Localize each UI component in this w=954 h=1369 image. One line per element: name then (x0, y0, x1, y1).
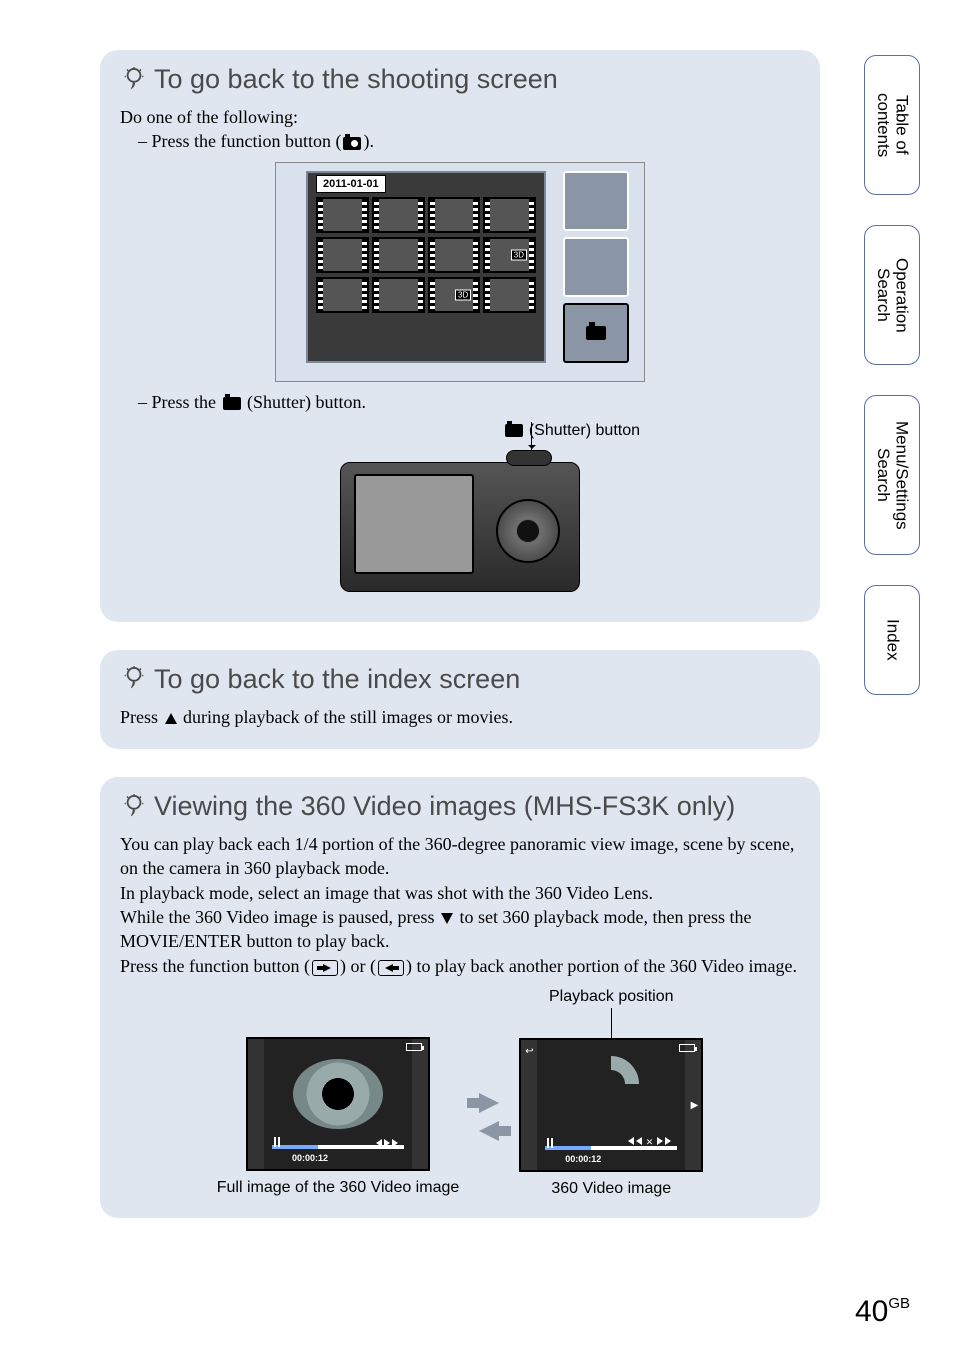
forward-icon (665, 1137, 671, 1145)
p4b: ) or ( (340, 956, 376, 976)
tip2-body: Press during playback of the still image… (120, 705, 800, 729)
shutter-button-label: (Shutter) button (260, 422, 660, 440)
page-number-value: 40 (855, 1295, 888, 1328)
battery-icon (406, 1043, 422, 1051)
screen-soft-button-camera (563, 303, 629, 363)
arrow-column (479, 1045, 499, 1141)
forward-icon (657, 1137, 663, 1145)
shutter-caption: (Shutter) button (529, 422, 640, 440)
caption-quarter-360: 360 Video image (551, 1180, 671, 1198)
forward-icon (392, 1139, 398, 1147)
right-icon: ▶ (691, 1100, 699, 1111)
quarter-360-icon (583, 1056, 639, 1112)
p4a: Press the function button ( (120, 956, 310, 976)
close-x-icon: ✕ (646, 1137, 654, 1148)
screen-soft-button (563, 237, 629, 297)
badge-3d: 3D (511, 249, 527, 260)
donut-360-icon (293, 1059, 383, 1129)
tip2-pre: Press (120, 707, 163, 727)
tip-title: Viewing the 360 Video images (MHS-FS3K o… (120, 791, 800, 822)
tip3-p3: While the 360 Video image is paused, pre… (120, 905, 800, 954)
tip-section-index-screen: To go back to the index screen Press dur… (100, 650, 820, 749)
timecode: 00:00:12 (565, 1154, 601, 1164)
p3-pre: While the 360 Video image is paused, pre… (120, 907, 439, 927)
tip3-p4: Press the function button ( ) or ( ) to pl… (120, 954, 800, 978)
tip1-b1-pre: – Press the function button ( (138, 131, 341, 151)
playback-position-label: Playback position (549, 988, 674, 1006)
rewind-icon (376, 1139, 382, 1147)
tip-icon (120, 665, 148, 693)
tip1-intro: Do one of the following: (120, 105, 800, 129)
lcd-quarter-360: ↩ ▶ ✕ 00:00:12 (519, 1038, 703, 1172)
full-360-column: 00:00:12 Full image of the 360 Video ima… (217, 989, 460, 1197)
tip2-post: during playback of the still images or m… (179, 707, 513, 727)
tip1-b2-post: (Shutter) button. (243, 392, 367, 412)
page-number: 40GB (855, 1295, 910, 1329)
tip-section-360-video: Viewing the 360 Video images (MHS-FS3K o… (100, 777, 820, 1218)
arrow-left-icon (378, 960, 404, 976)
tip1-title-text: To go back to the shooting screen (154, 64, 558, 95)
camera-figure: (Shutter) button (260, 422, 660, 594)
nav-tab-toc[interactable]: Table of contents (864, 55, 920, 195)
date-label: 2011-01-01 (316, 175, 386, 193)
tip1-b1-post: ). (363, 131, 374, 151)
lcd-full-360: 00:00:12 (246, 1037, 430, 1171)
nav-tab-menu[interactable]: Menu/Settings Search (864, 395, 920, 555)
forward-icon (384, 1139, 390, 1147)
tip1-b2-pre: – Press the (138, 392, 221, 412)
tip-icon (120, 793, 148, 821)
tip2-title-text: To go back to the index screen (154, 664, 520, 695)
tip3-p2: In playback mode, select an image that w… (120, 881, 800, 905)
timecode: 00:00:12 (292, 1153, 328, 1163)
tip1-bullet1: – Press the function button (). (138, 129, 800, 153)
thick-arrow-left-icon (479, 1121, 499, 1141)
thick-arrow-right-icon (479, 1093, 499, 1113)
nav-tab-index[interactable]: Index (864, 585, 920, 695)
camera-icon (223, 397, 241, 410)
quarter-360-column: Playback position ↩ ▶ ✕ (519, 988, 703, 1198)
tip-title: To go back to the shooting screen (120, 64, 800, 95)
index-screen-figure: 2011-01-01 3D 3D (275, 162, 645, 382)
tip3-p1: You can play back each 1/4 portion of th… (120, 832, 800, 881)
pause-icon (274, 1137, 280, 1147)
pause-icon (547, 1138, 553, 1148)
page-lang: GB (888, 1295, 910, 1312)
camera-icon (343, 137, 361, 150)
tip3-title-text: Viewing the 360 Video images (MHS-FS3K o… (154, 791, 735, 822)
camera-icon (586, 326, 606, 340)
tip-section-shooting-screen: To go back to the shooting screen Do one… (100, 50, 820, 622)
badge-3d: 3D (455, 289, 471, 300)
tip-title: To go back to the index screen (120, 664, 800, 695)
nav-tab-operation[interactable]: Operation Search (864, 225, 920, 365)
p4c: ) to play back another portion of the 36… (406, 956, 797, 976)
screen-soft-button (563, 171, 629, 231)
triangle-up-icon (165, 713, 177, 724)
triangle-down-icon (441, 913, 453, 924)
caption-full-360: Full image of the 360 Video image (217, 1179, 460, 1197)
rewind-icon (636, 1137, 642, 1145)
arrow-right-icon (312, 960, 338, 976)
rewind-icon (628, 1137, 634, 1145)
battery-icon (679, 1044, 695, 1052)
back-arrow-icon: ↩ (525, 1046, 533, 1057)
tip-icon (120, 66, 148, 94)
tip1-bullet2: – Press the (Shutter) button. (138, 390, 800, 414)
camera-icon (505, 424, 523, 437)
